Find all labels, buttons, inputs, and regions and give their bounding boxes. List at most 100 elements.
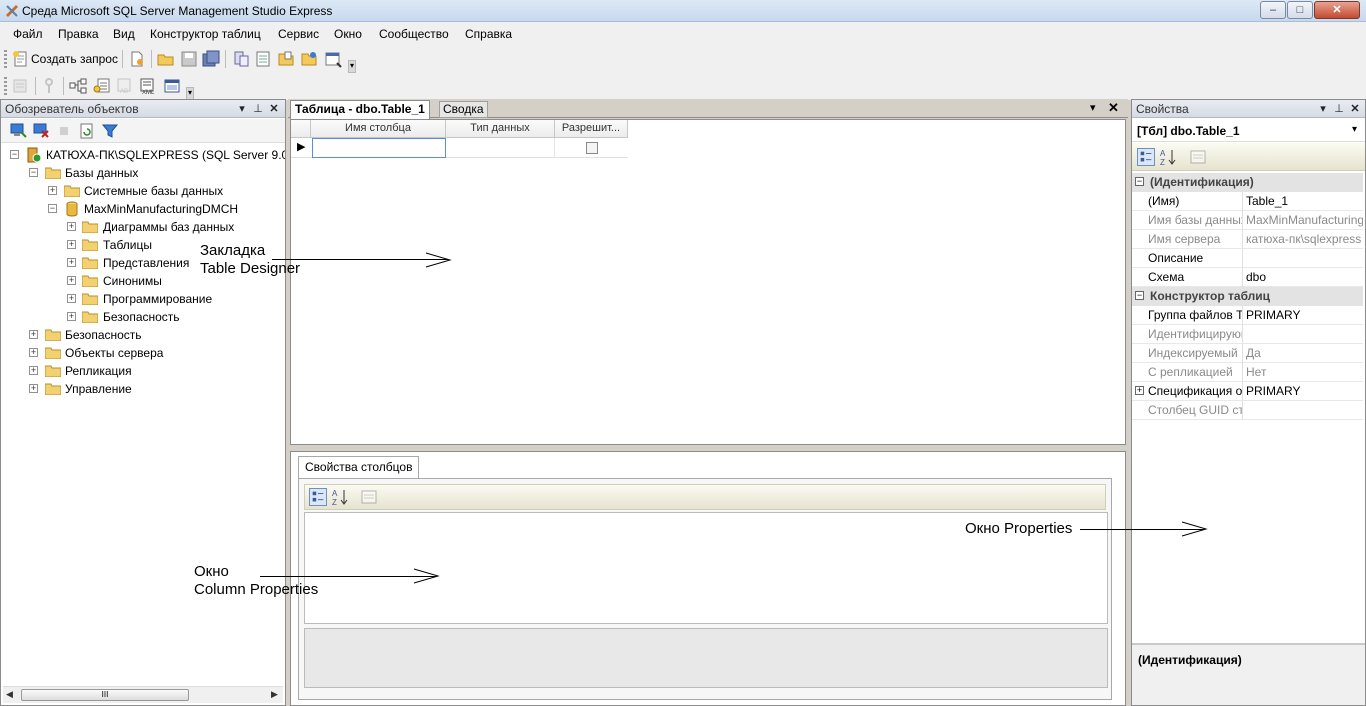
property-row[interactable]: + Спецификация о PRIMARY bbox=[1132, 382, 1363, 401]
collapse-icon[interactable]: − bbox=[1135, 177, 1144, 186]
categorized-icon[interactable] bbox=[1137, 148, 1155, 166]
alphabetical-icon[interactable]: AZ bbox=[1159, 148, 1177, 166]
disconnect-icon[interactable] bbox=[32, 122, 50, 140]
horizontal-scrollbar[interactable]: ◀ III ▶ bbox=[3, 686, 283, 703]
column-name-header[interactable]: Имя столбца bbox=[311, 120, 446, 138]
expand-icon[interactable]: + bbox=[67, 276, 76, 285]
panel-close-icon[interactable]: ✕ bbox=[267, 102, 281, 116]
property-value[interactable]: PRIMARY bbox=[1246, 306, 1363, 325]
panel-dropdown-icon[interactable]: ▾ bbox=[1316, 102, 1330, 116]
check-constraints-icon[interactable] bbox=[163, 77, 181, 95]
property-row[interactable]: Имя сервера катюха-пк\sqlexpress bbox=[1132, 230, 1363, 249]
tab-list-dropdown-icon[interactable]: ▾ bbox=[1090, 101, 1096, 114]
tree-node-programmability[interactable]: + Программирование bbox=[1, 290, 285, 308]
property-row[interactable]: Столбец GUID строки bbox=[1132, 401, 1363, 420]
refresh-icon[interactable] bbox=[78, 122, 96, 140]
menu-edit[interactable]: Правка bbox=[58, 27, 99, 41]
expand-icon[interactable]: + bbox=[1135, 386, 1144, 395]
category-table-designer[interactable]: − Конструктор таблиц bbox=[1132, 287, 1363, 306]
solution-explorer-icon[interactable] bbox=[300, 50, 318, 68]
scrollbar-thumb[interactable]: III bbox=[21, 689, 189, 701]
category-identity[interactable]: − (Идентификация) bbox=[1132, 173, 1363, 192]
property-row[interactable]: Группа файлов TextPRIMARY bbox=[1132, 306, 1363, 325]
pin-icon[interactable]: ⊥ bbox=[251, 102, 265, 116]
connect-icon[interactable] bbox=[9, 122, 27, 140]
xml-index-icon[interactable]: XML bbox=[139, 77, 157, 95]
expand-icon[interactable]: + bbox=[67, 222, 76, 231]
tab-column-properties[interactable]: Свойства столбцов bbox=[298, 456, 420, 478]
pin-icon[interactable]: ⊥ bbox=[1332, 102, 1346, 116]
tree-node-server[interactable]: − КАТЮХА-ПК\SQLEXPRESS (SQL Server 9.0.1… bbox=[1, 146, 285, 164]
property-value[interactable]: PRIMARY bbox=[1246, 382, 1363, 401]
expand-icon[interactable]: + bbox=[48, 186, 57, 195]
data-type-cell[interactable] bbox=[446, 138, 555, 158]
property-pages-icon[interactable] bbox=[360, 488, 378, 506]
expand-icon[interactable]: + bbox=[29, 330, 38, 339]
filter-icon[interactable] bbox=[101, 122, 119, 140]
menu-help[interactable]: Справка bbox=[465, 27, 512, 41]
property-row[interactable]: Имя базы данных MaxMinManufacturing bbox=[1132, 211, 1363, 230]
property-value[interactable]: dbo bbox=[1246, 268, 1363, 287]
column-name-input[interactable] bbox=[312, 138, 446, 158]
tab-summary[interactable]: Сводка bbox=[439, 101, 488, 118]
panel-dropdown-icon[interactable]: ▾ bbox=[235, 102, 249, 116]
property-row[interactable]: Индексируемый Да bbox=[1132, 344, 1363, 363]
generate-script-icon[interactable] bbox=[12, 77, 30, 95]
manage-indexes-icon[interactable] bbox=[93, 77, 111, 95]
toolbar-grip[interactable] bbox=[4, 77, 7, 95]
property-row[interactable]: (Имя) Table_1 bbox=[1132, 192, 1363, 211]
tree-node-security[interactable]: + Безопасность bbox=[1, 326, 285, 344]
expand-icon[interactable]: + bbox=[29, 366, 38, 375]
save-all-icon[interactable] bbox=[202, 50, 220, 68]
menu-community[interactable]: Сообщество bbox=[379, 27, 449, 41]
collapse-icon[interactable]: − bbox=[10, 150, 19, 159]
panel-close-icon[interactable]: ✕ bbox=[1348, 102, 1362, 116]
allow-nulls-checkbox[interactable] bbox=[586, 142, 598, 154]
data-type-header[interactable]: Тип данных bbox=[446, 120, 555, 138]
expand-icon[interactable]: + bbox=[67, 258, 76, 267]
tree-node-server-objects[interactable]: + Объекты сервера bbox=[1, 344, 285, 362]
properties-window-icon[interactable] bbox=[324, 50, 342, 68]
expand-icon[interactable]: + bbox=[67, 240, 76, 249]
new-query-button[interactable]: Создать запрос bbox=[31, 52, 118, 66]
property-row[interactable]: Схема dbo bbox=[1132, 268, 1363, 287]
document-close-icon[interactable]: ✕ bbox=[1108, 100, 1119, 116]
allow-nulls-header[interactable]: Разрешит... bbox=[555, 120, 628, 138]
fulltext-index-icon[interactable]: AB bbox=[116, 77, 134, 95]
open-folder-icon[interactable] bbox=[157, 50, 175, 68]
expand-icon[interactable]: + bbox=[67, 312, 76, 321]
property-row[interactable]: С репликацией Нет bbox=[1132, 363, 1363, 382]
object-selector-dropdown[interactable]: [Тбл] dbo.Table_1 ▾ bbox=[1132, 120, 1365, 142]
scroll-left-icon[interactable]: ◀ bbox=[6, 689, 13, 700]
property-row[interactable]: Описание bbox=[1132, 249, 1363, 268]
property-row[interactable]: Идентифицирующий bbox=[1132, 325, 1363, 344]
categorized-icon[interactable] bbox=[309, 488, 327, 506]
tree-node-database[interactable]: − MaxMinManufacturingDMCH bbox=[1, 200, 285, 218]
toolbar-grip[interactable] bbox=[4, 50, 7, 68]
expand-icon[interactable]: + bbox=[29, 348, 38, 357]
tree-node-databases[interactable]: − Базы данных bbox=[1, 164, 285, 182]
property-value[interactable] bbox=[1246, 249, 1363, 268]
maximize-button[interactable]: □ bbox=[1287, 1, 1313, 19]
expand-icon[interactable]: + bbox=[67, 294, 76, 303]
save-icon[interactable] bbox=[180, 50, 198, 68]
collapse-icon[interactable]: − bbox=[1135, 291, 1144, 300]
collapse-icon[interactable]: − bbox=[29, 168, 38, 177]
registered-servers-icon[interactable] bbox=[232, 50, 250, 68]
close-button[interactable]: ✕ bbox=[1314, 1, 1360, 19]
collapse-icon[interactable]: − bbox=[48, 204, 57, 213]
tree-node-management[interactable]: + Управление bbox=[1, 380, 285, 398]
property-value[interactable]: Table_1 bbox=[1246, 192, 1363, 211]
expand-icon[interactable]: + bbox=[29, 384, 38, 393]
tree-node-db-security[interactable]: + Безопасность bbox=[1, 308, 285, 326]
object-explorer-icon[interactable] bbox=[254, 50, 272, 68]
scroll-right-icon[interactable]: ▶ bbox=[271, 689, 278, 700]
menu-file[interactable]: Файл bbox=[13, 27, 43, 41]
toolbar-overflow-button[interactable]: ▾ bbox=[348, 60, 356, 73]
template-explorer-icon[interactable] bbox=[277, 50, 295, 68]
tree-node-diagrams[interactable]: + Диаграммы баз данных bbox=[1, 218, 285, 236]
tab-table-designer[interactable]: Таблица - dbo.Table_1 bbox=[290, 100, 430, 119]
tree-node-replication[interactable]: + Репликация bbox=[1, 362, 285, 380]
tree-node-system-databases[interactable]: + Системные базы данных bbox=[1, 182, 285, 200]
alphabetical-icon[interactable]: AZ bbox=[331, 488, 349, 506]
